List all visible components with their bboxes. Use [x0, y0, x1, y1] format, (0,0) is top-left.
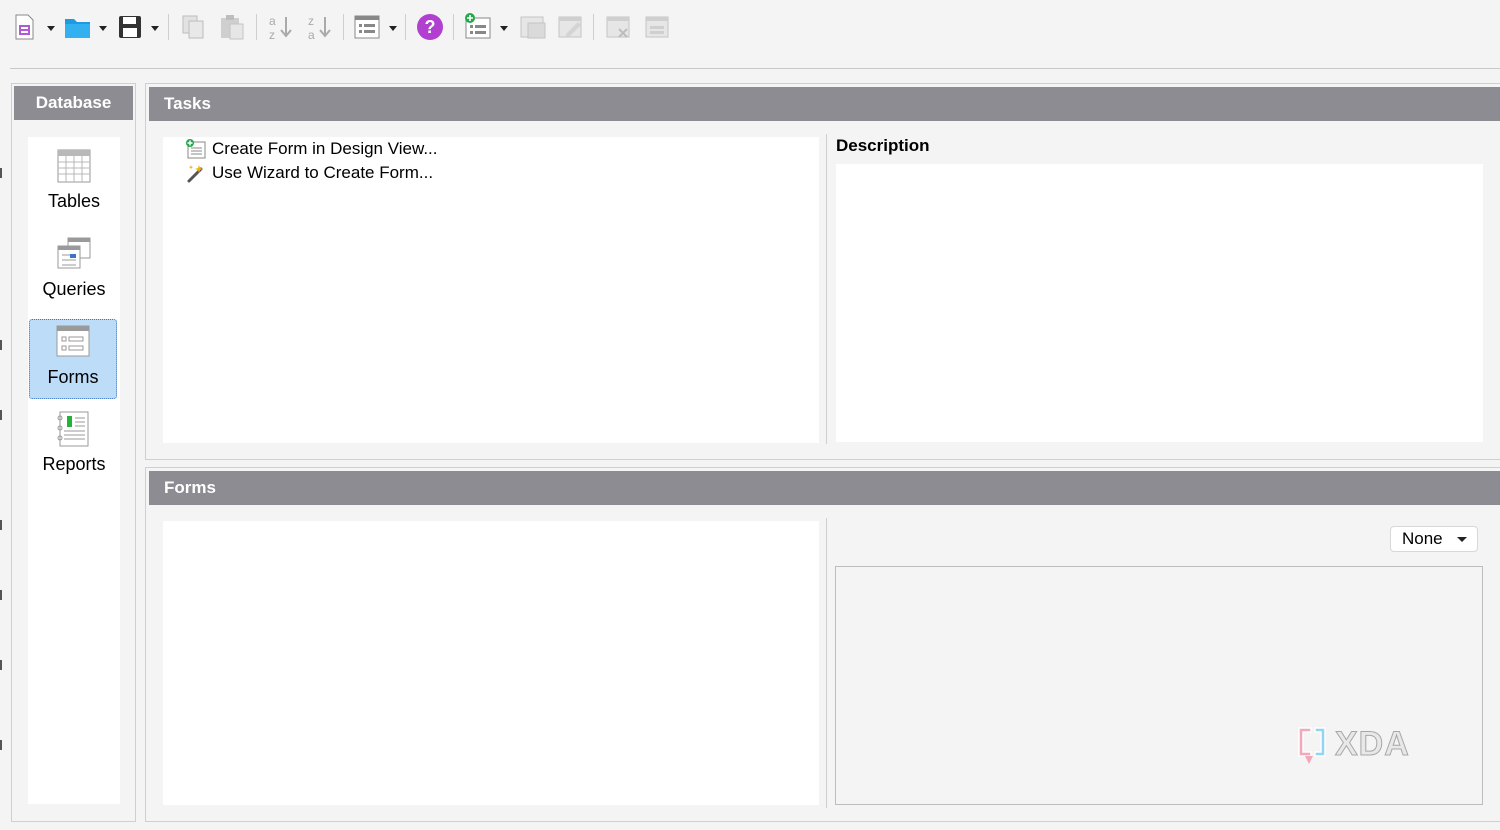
sort-az-icon: a z [269, 14, 292, 42]
database-item-label: Forms [47, 367, 99, 387]
preview-mode-value: None [1402, 529, 1443, 548]
wizard-wand-icon [185, 162, 207, 184]
help-button[interactable]: ? [414, 10, 446, 44]
query-icon [57, 237, 91, 269]
form-delete-icon [606, 16, 630, 38]
chevron-down-icon [47, 26, 55, 31]
preview-mode-select[interactable]: None [1390, 526, 1478, 552]
chevron-down-icon [389, 26, 397, 31]
delete-form-button[interactable] [603, 10, 635, 44]
main-toolbar: a z z a ? [0, 0, 1500, 60]
paste-icon [221, 15, 244, 40]
database-item-label: Queries [42, 279, 106, 299]
database-object-list: Tables Queries Forms Reports [28, 137, 120, 804]
edit-form-button[interactable] [555, 10, 587, 44]
description-title: Description [836, 136, 930, 155]
forms-splitter[interactable] [826, 518, 827, 808]
help-icon: ? [417, 14, 443, 40]
form-icon [354, 15, 380, 39]
svg-text:?: ? [425, 17, 436, 37]
toolbar-divider [10, 68, 1500, 69]
chevron-down-icon [1457, 537, 1467, 542]
database-item-tables[interactable]: Tables [28, 143, 120, 223]
sort-ascending-button[interactable]: a z [265, 10, 297, 44]
form-add-icon [465, 13, 491, 39]
svg-text:z: z [269, 28, 275, 42]
copy-icon [182, 15, 204, 39]
database-item-queries[interactable]: Queries [28, 231, 120, 311]
forms-header: Forms [149, 471, 1500, 505]
new-document-button[interactable] [12, 10, 60, 44]
open-button[interactable] [63, 10, 111, 44]
table-icon [57, 149, 91, 183]
save-button[interactable] [116, 10, 164, 44]
tasks-panel: Tasks Create Form in Design View... Use … [145, 83, 1500, 460]
chevron-down-icon [151, 26, 159, 31]
forms-list [163, 521, 819, 805]
database-item-label: Reports [42, 454, 106, 474]
folder-icon [65, 19, 90, 38]
database-item-forms[interactable]: Forms [29, 319, 117, 399]
new-document-icon [15, 14, 34, 40]
window-edge [0, 0, 3, 830]
svg-text:a: a [308, 28, 315, 42]
chevron-down-icon [500, 26, 508, 31]
form-rename-icon [645, 16, 669, 38]
watermark-text: XDA [1335, 725, 1410, 763]
form-icon [56, 325, 90, 357]
database-item-reports[interactable]: Reports [28, 407, 120, 487]
task-use-wizard[interactable]: Use Wizard to Create Form... [185, 162, 433, 184]
tasks-header: Tasks [149, 87, 1500, 121]
floppy-disk-icon [119, 16, 141, 38]
form-open-icon [520, 16, 546, 39]
database-panel: Database Tables Queries Forms Reports [11, 83, 136, 822]
tasks-splitter[interactable] [826, 134, 827, 444]
xda-watermark: XDA [1293, 722, 1439, 773]
task-create-form-design-view[interactable]: Create Form in Design View... [185, 138, 438, 160]
report-icon [57, 411, 89, 447]
svg-text:a: a [269, 14, 276, 28]
paste-button[interactable] [216, 10, 248, 44]
form-edit-icon [558, 16, 582, 38]
open-form-button[interactable] [517, 10, 549, 44]
sort-descending-button[interactable]: z a [304, 10, 336, 44]
new-form-object-button[interactable] [462, 10, 512, 44]
sort-za-icon: z a [308, 14, 331, 42]
copy-button[interactable] [178, 10, 210, 44]
database-header: Database [14, 86, 133, 120]
rename-form-button[interactable] [642, 10, 674, 44]
description-box [836, 164, 1483, 442]
task-label: Use Wizard to Create Form... [212, 163, 434, 182]
form-design-icon [185, 138, 207, 160]
database-item-label: Tables [47, 191, 101, 211]
task-label: Create Form in Design View... [212, 139, 438, 158]
task-list: Create Form in Design View... Use Wizard… [163, 137, 819, 443]
new-form-button[interactable] [352, 10, 402, 44]
svg-text:z: z [308, 14, 314, 28]
xda-logo-icon: XDA [1298, 725, 1410, 764]
chevron-down-icon [99, 26, 107, 31]
